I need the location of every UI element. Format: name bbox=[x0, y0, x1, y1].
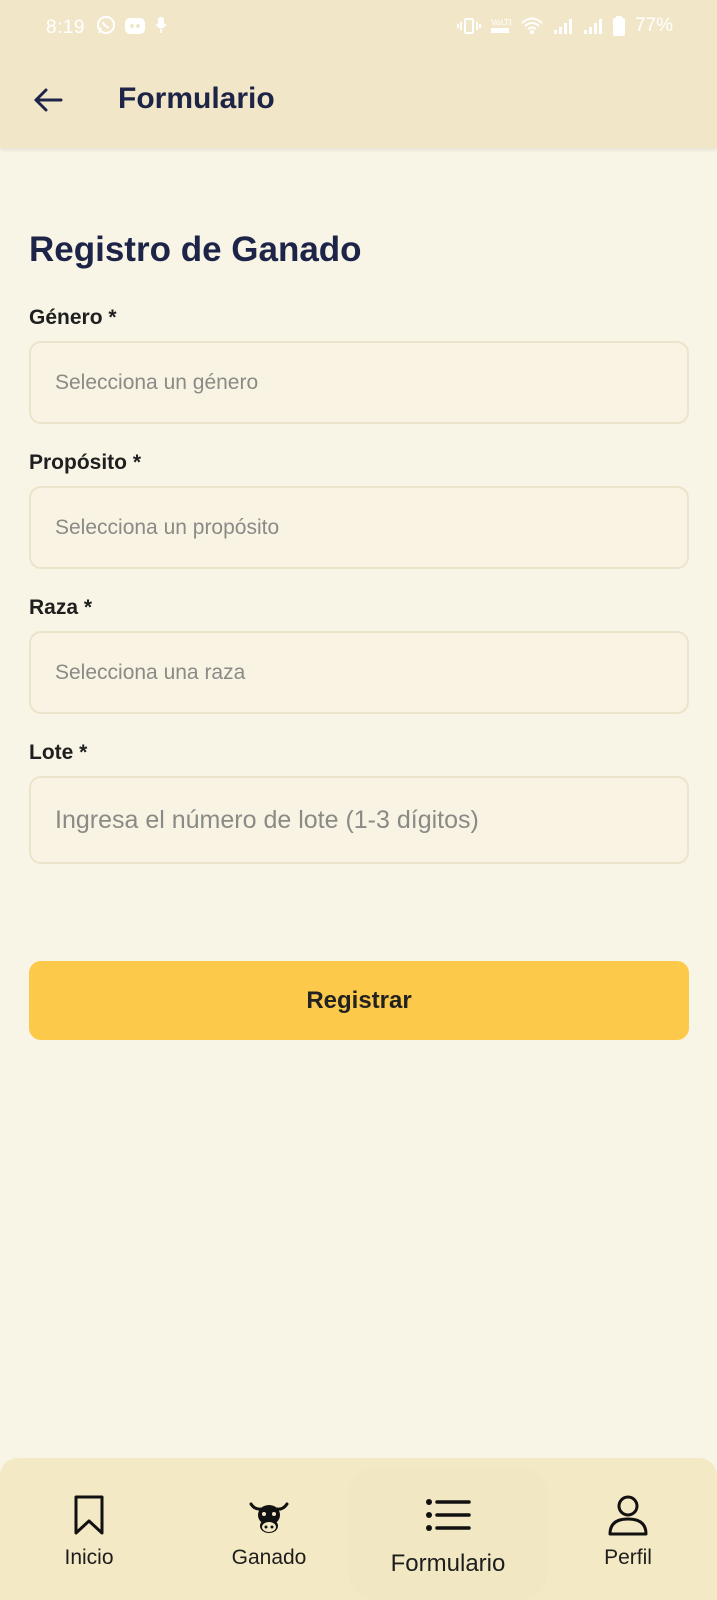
wifi-icon bbox=[521, 17, 543, 35]
nav-label-inicio: Inicio bbox=[64, 1546, 114, 1569]
nav-label-formulario: Formulario bbox=[390, 1550, 506, 1577]
purpose-label: Propósito * bbox=[29, 451, 142, 474]
nav-label-perfil: Perfil bbox=[604, 1546, 652, 1569]
bottom-nav: Inicio Ganado Formulario Perfil bbox=[0, 1458, 717, 1600]
battery-icon bbox=[612, 16, 625, 36]
gender-select[interactable]: Selecciona un género bbox=[29, 341, 689, 424]
lot-input[interactable]: Ingresa el número de lote (1-3 dígitos) bbox=[29, 776, 689, 864]
nav-item-formulario[interactable]: Formulario bbox=[348, 1458, 548, 1600]
cow-icon bbox=[249, 1492, 289, 1538]
page-title: Formulario bbox=[118, 82, 275, 115]
battery-percent: 77% bbox=[634, 15, 673, 36]
back-button[interactable] bbox=[26, 80, 70, 124]
nav-item-inicio[interactable]: Inicio bbox=[4, 1458, 174, 1600]
bookmark-icon bbox=[73, 1492, 105, 1538]
screen: 8:19 VoLTE bbox=[0, 0, 717, 1600]
registration-form: Registro de Ganado Género * Selecciona u… bbox=[29, 230, 689, 891]
nav-item-ganado[interactable]: Ganado bbox=[184, 1458, 354, 1600]
form-title: Registro de Ganado bbox=[29, 230, 362, 269]
purpose-field: Propósito * Selecciona un propósito bbox=[29, 451, 689, 569]
breed-label: Raza * bbox=[29, 596, 93, 619]
breed-field: Raza * Selecciona una raza bbox=[29, 596, 689, 714]
lot-label: Lote * bbox=[29, 741, 88, 764]
breed-select[interactable]: Selecciona una raza bbox=[29, 631, 689, 714]
arrow-left-icon bbox=[33, 87, 63, 118]
vibrate-icon bbox=[456, 17, 481, 35]
signal-icon bbox=[553, 17, 573, 35]
nav-label-ganado: Ganado bbox=[231, 1546, 307, 1569]
gender-label: Género * bbox=[29, 306, 117, 329]
nav-item-perfil[interactable]: Perfil bbox=[543, 1458, 713, 1600]
person-icon bbox=[607, 1492, 649, 1538]
lot-placeholder: Ingresa el número de lote (1-3 dígitos) bbox=[55, 805, 479, 834]
purpose-select[interactable]: Selecciona un propósito bbox=[29, 486, 689, 569]
mic-icon bbox=[154, 15, 168, 35]
signal-icon bbox=[583, 17, 603, 35]
list-icon bbox=[425, 1492, 471, 1538]
volte-icon: VoLTE bbox=[490, 17, 511, 35]
status-bar: 8:19 VoLTE bbox=[0, 0, 717, 56]
svg-text:VoLTE: VoLTE bbox=[491, 18, 511, 27]
gender-placeholder: Selecciona un género bbox=[55, 370, 259, 394]
gender-field: Género * Selecciona un género bbox=[29, 306, 689, 424]
app-bar: Formulario bbox=[0, 56, 717, 148]
purpose-placeholder: Selecciona un propósito bbox=[55, 515, 280, 539]
status-time: 8:19 bbox=[46, 17, 85, 38]
cat-app-icon bbox=[124, 15, 146, 35]
whatsapp-icon bbox=[96, 15, 116, 35]
top-bar: 8:19 VoLTE bbox=[0, 0, 717, 148]
breed-placeholder: Selecciona una raza bbox=[55, 660, 246, 684]
lot-field: Lote * Ingresa el número de lote (1-3 dí… bbox=[29, 741, 689, 864]
register-button[interactable]: Registrar bbox=[29, 961, 689, 1040]
